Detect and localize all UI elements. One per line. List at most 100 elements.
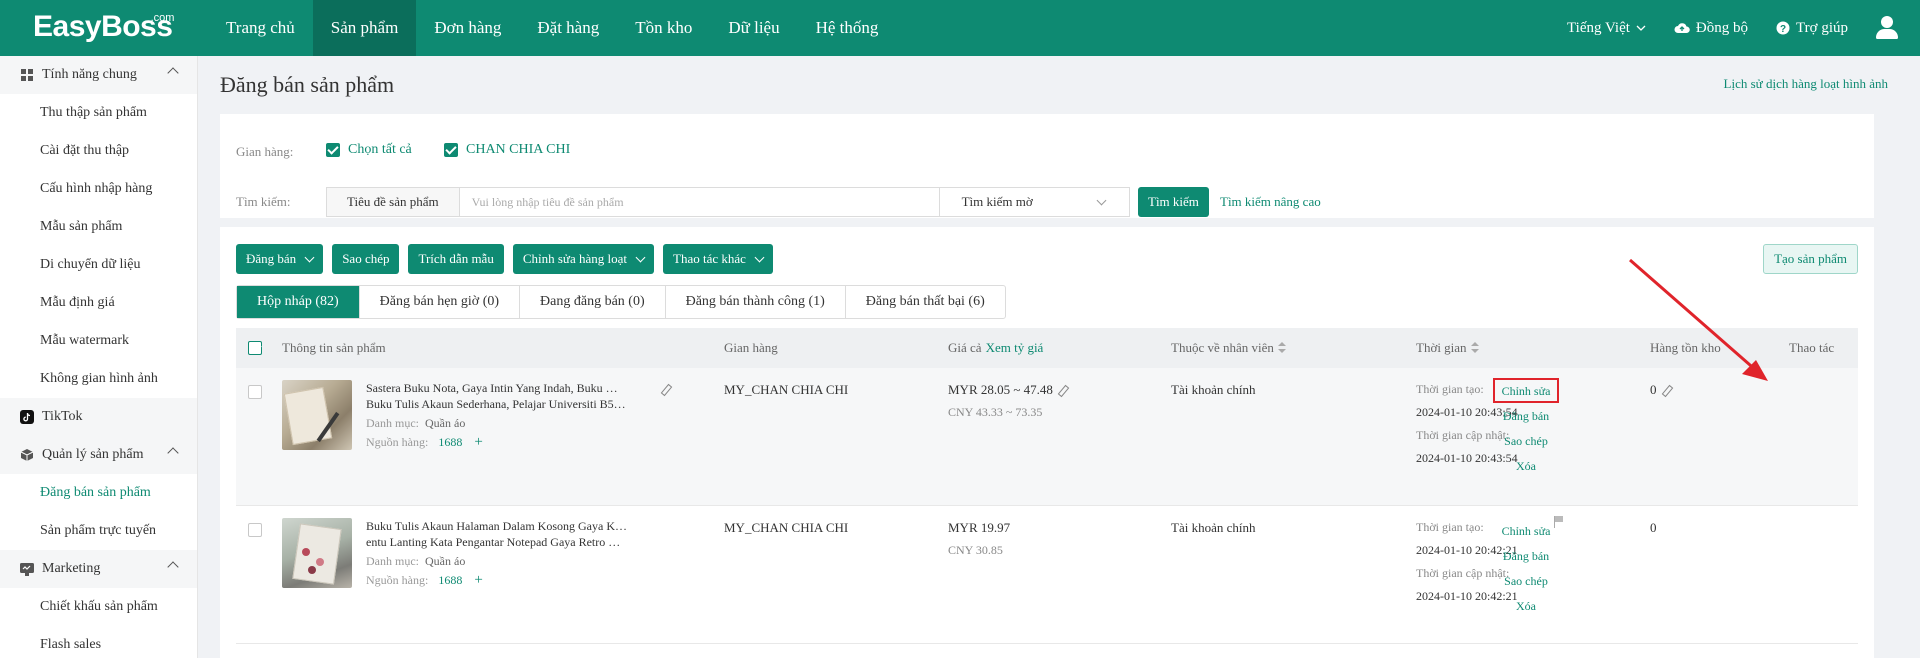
image-translation-history-link[interactable]: Lịch sử dịch hàng loạt hình ảnh [1724,76,1888,92]
delete-button[interactable]: Xóa [1476,459,1576,474]
product-title[interactable]: Buku Tulis Akaun Halaman Dalam Kosong Ga… [366,518,628,550]
nav-home[interactable]: Trang chủ [208,0,313,56]
copy-row-button[interactable]: Sao chép [1476,574,1576,589]
tab-drafts[interactable]: Hộp nháp (82) [237,286,360,318]
chevron-down-icon [635,252,646,262]
sidebar-group-product-management[interactable]: Quản lý sản phẩm [0,436,197,474]
sync-button[interactable]: Đồng bộ [1660,20,1762,37]
question-circle-icon: ? [1776,21,1790,35]
sidebar-item-pricing-templates[interactable]: Mẫu định giá [0,284,197,322]
table-row: Buku Tulis Akaun Halaman Dalam Kosong Ga… [236,506,1858,644]
tab-scheduled[interactable]: Đăng bán hẹn giờ (0) [360,286,521,318]
edit-price-icon[interactable] [1059,385,1069,395]
extract-template-button[interactable]: Trích dẫn mẫu [408,244,504,274]
search-input[interactable]: Vui lòng nhập tiêu đề sản phẩm [459,187,940,217]
search-mode-label: Tìm kiếm mờ [961,194,1033,209]
publish-dropdown-button[interactable]: Đăng bán [236,244,324,274]
sidebar-group-label: Marketing [42,561,101,576]
product-thumbnail[interactable] [282,380,352,450]
other-actions-dropdown-button[interactable]: Thao tác khác [663,244,773,274]
logo[interactable]: EasyBoss .com [33,10,174,44]
publish-button[interactable]: Đăng bán [1476,409,1576,424]
chevron-down-icon [754,252,765,262]
product-source: Nguồn hàng: 1688 + [366,434,483,450]
search-label: Tìm kiếm: [236,194,291,209]
product-thumbnail[interactable] [282,518,352,588]
nav-data[interactable]: Dữ liệu [710,0,797,56]
copy-button[interactable]: Sao chép [332,244,400,274]
sidebar-item-publish-products[interactable]: Đăng bán sản phẩm [0,474,197,512]
cloud-sync-icon [1674,23,1690,33]
nav-purchase[interactable]: Đặt hàng [519,0,617,56]
table-header: Thông tin sản phẩm Gian hàng Giá cả Xem … [236,328,1858,368]
sidebar-group-general[interactable]: Tính năng chung [0,56,197,94]
sidebar-group-marketing[interactable]: Marketing [0,550,197,588]
chevron-up-icon [167,67,179,79]
edit-title-icon[interactable] [662,384,672,394]
sidebar: Tính năng chung Thu thập sản phẩm Cài đặ… [0,56,198,658]
sort-icon [1277,342,1286,354]
sidebar-item-watermark-templates[interactable]: Mẫu watermark [0,322,197,360]
col-stock: Hàng tồn kho [1650,340,1721,355]
tab-failed[interactable]: Đăng bán thất bại (6) [846,286,1005,318]
help-button[interactable]: ? Trợ giúp [1762,20,1862,37]
sidebar-item-data-migration[interactable]: Di chuyển dữ liệu [0,246,197,284]
col-staff[interactable]: Thuộc về nhân viên [1171,340,1286,356]
status-tabs: Hộp nháp (82) Đăng bán hẹn giờ (0) Đang … [236,285,1006,319]
sidebar-item-flash-sales[interactable]: Flash sales [0,626,197,658]
edit-button[interactable]: Chỉnh sửa [1476,384,1576,399]
box-icon [20,448,34,462]
row-created-label: Thời gian tạo: [1416,382,1484,396]
search-mode-dropdown[interactable]: Tìm kiếm mờ [939,187,1130,217]
row-stock: 0 [1650,382,1673,398]
col-product: Thông tin sản phẩm [282,340,386,355]
nav-inventory[interactable]: Tồn kho [617,0,710,56]
edit-stock-icon[interactable] [1663,385,1673,395]
top-navbar: EasyBoss .com Trang chủ Sản phẩm Đơn hàng… [0,0,1920,56]
row-checkbox[interactable] [248,523,262,537]
row-shop: MY_CHAN CHIA CHI [724,520,849,535]
search-button[interactable]: Tìm kiếm [1138,187,1209,217]
user-avatar-icon[interactable] [1870,0,1904,56]
product-category: Danh mục: Quần áo [366,416,466,430]
view-exchange-rate-link[interactable]: Xem tỷ giá [986,340,1044,356]
publish-button[interactable]: Đăng bán [1476,549,1576,564]
edit-button[interactable]: Chỉnh sửa [1476,524,1576,539]
select-all-checkbox[interactable]: Chọn tất cả [326,142,412,158]
add-source-icon[interactable]: + [474,572,482,588]
col-time[interactable]: Thời gian [1416,340,1479,356]
top-right-menu: Tiếng Việt Đồng bộ ? Trợ giúp [1553,0,1920,56]
create-product-button[interactable]: Tạo sản phẩm [1763,244,1858,274]
nav-products[interactable]: Sản phẩm [312,0,417,56]
advanced-search-link[interactable]: Tìm kiếm nâng cao [1220,194,1321,210]
sidebar-item-image-space[interactable]: Không gian hình ảnh [0,360,197,398]
row-checkbox[interactable] [248,385,262,399]
page-scrollbar[interactable] [1910,56,1920,658]
col-price: Giá cả Xem tỷ giá [948,340,1044,356]
sidebar-item-collect-products[interactable]: Thu thập sản phẩm [0,94,197,132]
sidebar-group-tiktok[interactable]: TikTok [0,398,197,436]
nav-system[interactable]: Hệ thống [798,0,897,56]
nav-orders[interactable]: Đơn hàng [416,0,519,56]
sidebar-item-product-templates[interactable]: Mẫu sản phẩm [0,208,197,246]
product-table: Thông tin sản phẩm Gian hàng Giá cả Xem … [236,328,1858,644]
chevron-up-icon [167,447,179,459]
tab-published[interactable]: Đăng bán thành công (1) [666,286,846,318]
help-label: Trợ giúp [1796,19,1848,36]
shop-checkbox[interactable]: CHAN CHIA CHI [444,142,570,158]
sidebar-item-product-discount[interactable]: Chiết khấu sản phẩm [0,588,197,626]
product-title[interactable]: Sastera Buku Nota, Gaya Intin Yang Indah… [366,380,628,412]
col-shop: Gian hàng [724,340,778,355]
language-selector[interactable]: Tiếng Việt [1553,20,1660,37]
bulk-edit-dropdown-button[interactable]: Chỉnh sửa hàng loạt [512,244,655,274]
copy-row-button[interactable]: Sao chép [1476,434,1576,449]
search-field-select[interactable]: Tiêu đề sản phẩm [326,187,460,217]
tab-publishing[interactable]: Đang đăng bán (0) [520,286,666,318]
sidebar-item-online-products[interactable]: Sản phẩm trực tuyến [0,512,197,550]
add-source-icon[interactable]: + [474,434,482,450]
sidebar-item-import-config[interactable]: Cấu hình nhập hàng [0,170,197,208]
delete-button[interactable]: Xóa [1476,599,1576,614]
filter-panel: Gian hàng: Chọn tất cả CHAN CHIA CHI Tìm… [220,114,1874,218]
select-all-rows-checkbox[interactable] [248,341,262,355]
sidebar-item-collect-settings[interactable]: Cài đặt thu thập [0,132,197,170]
